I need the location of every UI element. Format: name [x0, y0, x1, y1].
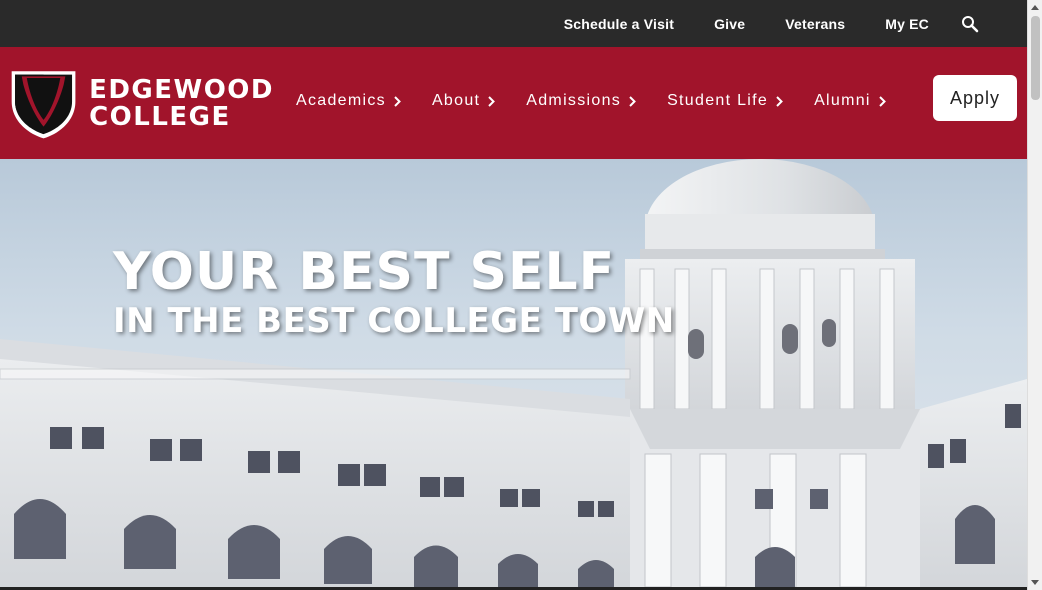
scroll-up-icon[interactable]	[1031, 5, 1039, 10]
main-nav: Academics About Admissions Student Life …	[296, 92, 917, 110]
shield-logo-icon	[11, 71, 76, 139]
page-scrollbar[interactable]	[1027, 0, 1042, 590]
hero-headline: YOUR BEST SELF IN THE BEST COLLEGE TOWN	[113, 243, 675, 341]
nav-academics[interactable]: Academics	[296, 92, 401, 110]
scrollbar-thumb[interactable]	[1031, 16, 1040, 100]
nav-label: About	[431, 92, 481, 109]
wordmark: EDGEWOOD COLLEGE	[89, 77, 274, 131]
nav-student-life[interactable]: Student Life	[667, 92, 783, 110]
nav-label: Alumni	[814, 92, 871, 109]
chevron-right-icon	[776, 95, 783, 107]
edgewood-college-logo[interactable]: EDGEWOOD COLLEGE	[10, 60, 274, 148]
nav-label: Admissions	[526, 92, 622, 109]
chevron-right-icon	[879, 95, 886, 107]
nav-about[interactable]: About	[431, 92, 496, 110]
scroll-down-icon[interactable]	[1031, 580, 1039, 585]
capitol-building-image	[0, 159, 1027, 587]
nav-admissions[interactable]: Admissions	[526, 92, 636, 110]
hero-line-1: YOUR BEST SELF	[113, 242, 616, 302]
veterans-link[interactable]: Veterans	[785, 16, 845, 32]
nav-alumni[interactable]: Alumni	[814, 92, 886, 110]
my-ec-link[interactable]: My EC	[885, 16, 929, 32]
hero-line-2: IN THE BEST COLLEGE TOWN	[113, 301, 675, 341]
main-header: EDGEWOOD COLLEGE Academics About Admissi…	[0, 47, 1027, 159]
apply-button[interactable]: Apply	[933, 75, 1017, 121]
logo-line-2: COLLEGE	[89, 102, 231, 132]
nav-label: Student Life	[667, 92, 769, 109]
chevron-right-icon	[488, 95, 496, 107]
utility-bar: Schedule a Visit Give Veterans My EC	[0, 0, 1027, 47]
logo-line-1: EDGEWOOD	[89, 75, 274, 105]
search-icon[interactable]	[961, 15, 979, 33]
schedule-visit-link[interactable]: Schedule a Visit	[564, 16, 674, 32]
nav-label: Academics	[296, 92, 386, 109]
hero-banner: YOUR BEST SELF IN THE BEST COLLEGE TOWN	[0, 159, 1027, 587]
chevron-right-icon	[394, 95, 401, 107]
chevron-right-icon	[629, 95, 636, 107]
give-link[interactable]: Give	[714, 16, 745, 32]
